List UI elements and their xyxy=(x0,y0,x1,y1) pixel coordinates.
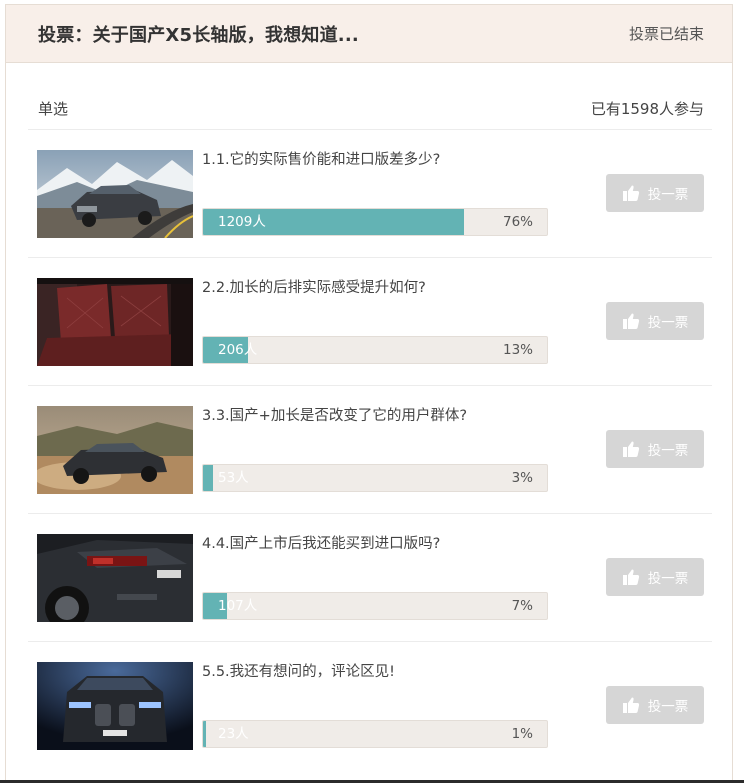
result-bar: 23人 1% xyxy=(202,720,548,748)
vote-percent: 13% xyxy=(502,342,533,358)
vote-button[interactable]: 投一票 xyxy=(606,302,704,340)
option-label: 4.4.国产上市后我还能买到进口版吗? xyxy=(202,536,441,552)
vote-button[interactable]: 投一票 xyxy=(606,430,704,468)
vote-button-label: 投一票 xyxy=(647,315,689,331)
poll-option-3: 3.3.国产+加长是否改变了它的用户群体? 53人 3% 投一票 xyxy=(28,386,712,514)
vote-percent: 76% xyxy=(502,214,533,230)
poll-header: 投票：关于国产X5长轴版，我想知道... 投票已结束 xyxy=(6,5,732,63)
thumbs-up-icon xyxy=(622,568,640,586)
vote-button[interactable]: 投一票 xyxy=(606,686,704,724)
vote-count: 1209人 xyxy=(218,214,266,230)
poll-type-label: 单选 xyxy=(38,100,69,118)
poll-status: 投票已结束 xyxy=(628,25,704,43)
vote-percent: 1% xyxy=(511,726,533,742)
vote-button-label: 投一票 xyxy=(647,443,689,459)
vote-percent: 7% xyxy=(511,598,533,614)
option-image xyxy=(37,534,193,622)
option-label: 5.5.我还有想问的，评论区见! xyxy=(202,664,395,680)
poll-option-4: 4.4.国产上市后我还能买到进口版吗? 107人 7% 投一票 xyxy=(28,514,712,642)
poll-option-2: 2.2.加长的后排实际感受提升如何? 206人 13% 投一票 xyxy=(28,258,712,386)
option-label: 2.2.加长的后排实际感受提升如何? xyxy=(202,280,426,296)
poll-option-5: 5.5.我还有想问的，评论区见! 23人 1% 投一票 xyxy=(28,642,712,770)
option-image xyxy=(37,150,193,238)
vote-count: 23人 xyxy=(218,726,249,742)
result-bar-fill xyxy=(203,721,207,747)
option-image xyxy=(37,662,193,750)
vote-button-label: 投一票 xyxy=(647,187,689,203)
result-bar: 53人 3% xyxy=(202,464,548,492)
poll-card: 投票：关于国产X5长轴版，我想知道... 投票已结束 单选 已有1598人参与 xyxy=(5,4,733,783)
vote-button-label: 投一票 xyxy=(647,571,689,587)
result-bar-fill xyxy=(203,465,214,491)
thumbs-up-icon xyxy=(622,312,640,330)
poll-title: 投票：关于国产X5长轴版，我想知道... xyxy=(38,24,359,46)
option-label: 3.3.国产+加长是否改变了它的用户群体? xyxy=(202,408,468,424)
poll-meta: 单选 已有1598人参与 xyxy=(38,98,704,119)
result-bar: 1209人 76% xyxy=(202,208,548,236)
poll-option-1: 1.1.它的实际售价能和进口版差多少? 1209人 76% 投一票 xyxy=(28,130,712,258)
thumbs-up-icon xyxy=(622,696,640,714)
vote-button[interactable]: 投一票 xyxy=(606,558,704,596)
participant-count: 已有1598人参与 xyxy=(590,100,704,118)
option-label: 1.1.它的实际售价能和进口版差多少? xyxy=(202,152,441,168)
vote-count: 53人 xyxy=(218,470,249,486)
vote-button[interactable]: 投一票 xyxy=(606,174,704,212)
result-bar: 206人 13% xyxy=(202,336,548,364)
thumbs-up-icon xyxy=(622,184,640,202)
vote-count: 107人 xyxy=(218,598,258,614)
option-image xyxy=(37,278,193,366)
result-bar: 107人 7% xyxy=(202,592,548,620)
vote-count: 206人 xyxy=(218,342,258,358)
thumbs-up-icon xyxy=(622,440,640,458)
vote-percent: 3% xyxy=(511,470,533,486)
option-image xyxy=(37,406,193,494)
vote-button-label: 投一票 xyxy=(647,699,689,715)
